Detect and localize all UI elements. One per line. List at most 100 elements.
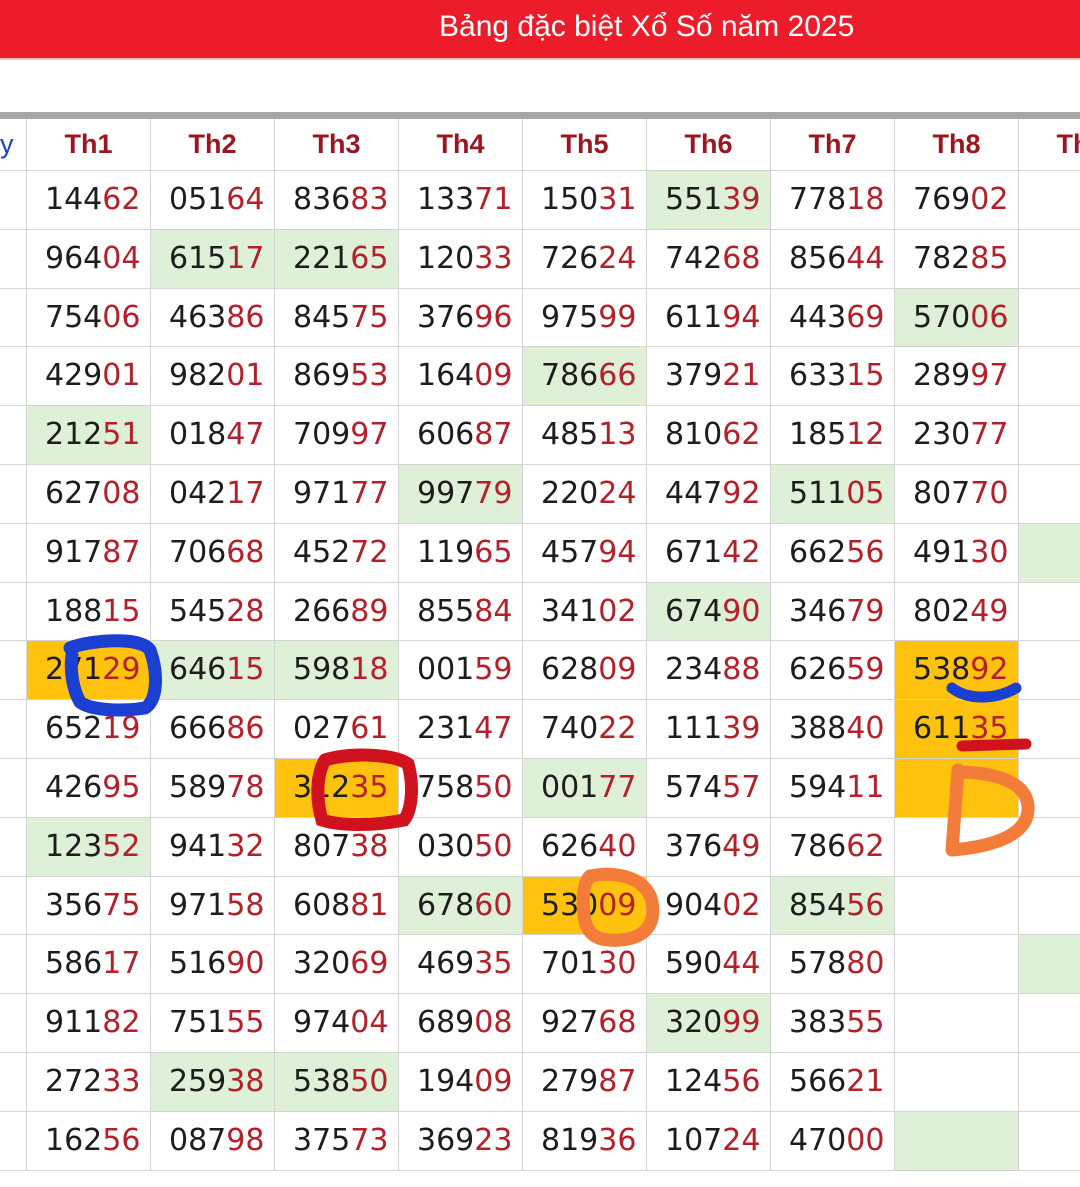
result-cell: 59818 [275, 641, 399, 701]
result-tail-digits: 29 [102, 652, 141, 688]
result-tail-digits: 15 [102, 593, 141, 629]
result-tail-digits: 09 [598, 887, 637, 923]
result-cell: 97404 [275, 994, 399, 1053]
result-cell: 27233 [27, 1053, 151, 1112]
result-tail-digits: 09 [474, 1064, 513, 1099]
result-head-digits: 194 [417, 1064, 475, 1099]
result-tail-digits: 56 [722, 1064, 761, 1099]
result-tail-digits: 18 [846, 182, 885, 217]
result-head-digits: 124 [665, 1064, 723, 1099]
result-head-digits: 220 [541, 476, 599, 511]
result-cell: 51105 [771, 465, 895, 524]
day-cell [0, 171, 27, 230]
result-tail-digits: 24 [598, 476, 637, 511]
result-cell [895, 1053, 1019, 1112]
result-head-digits: 869 [293, 358, 351, 394]
result-cell: 19409 [399, 1053, 523, 1112]
result-head-digits: 388 [789, 711, 847, 747]
result-head-digits: 845 [293, 299, 351, 335]
day-cell [0, 582, 27, 642]
month-header-th1: Th1 [27, 119, 151, 171]
result-head-digits: 598 [293, 652, 351, 688]
result-tail-digits: 75 [102, 887, 141, 923]
result-cell: 62659 [771, 641, 895, 701]
result-cell [1019, 759, 1080, 818]
result-cell: 45794 [523, 523, 647, 583]
result-cell [1019, 818, 1080, 877]
result-cell: 85644 [771, 229, 895, 289]
result-tail-digits: 39 [722, 711, 761, 747]
result-head-digits: 578 [789, 946, 847, 982]
result-tail-digits: 68 [226, 534, 265, 570]
result-tail-digits: 96 [474, 299, 513, 335]
result-tail-digits: 22 [598, 711, 637, 747]
result-cell: 81936 [523, 1111, 647, 1171]
result-cell: 18815 [27, 582, 151, 642]
result-head-digits: 706 [169, 534, 227, 570]
day-cell [0, 641, 27, 701]
result-head-digits: 185 [789, 417, 847, 453]
result-head-digits: 470 [789, 1122, 847, 1158]
result-tail-digits: 99 [598, 299, 637, 335]
result-cell: 37649 [647, 817, 771, 877]
result-head-digits: 904 [665, 887, 723, 923]
result-tail-digits: 56 [846, 534, 885, 570]
result-cell: 97177 [275, 465, 399, 524]
result-head-digits: 279 [541, 1064, 599, 1099]
result-head-digits: 150 [541, 182, 599, 217]
table-top-rule [0, 112, 1080, 119]
result-cell: 56621 [771, 1053, 895, 1112]
result-cell: 10724 [647, 1111, 771, 1171]
result-head-digits: 701 [541, 946, 599, 982]
result-cell: 85456 [771, 876, 895, 936]
result-cell: 51690 [151, 935, 275, 995]
result-cell [1019, 935, 1080, 995]
result-head-digits: 356 [45, 887, 103, 923]
result-cell: 11139 [647, 700, 771, 759]
result-tail-digits: 06 [102, 299, 141, 335]
result-head-digits: 051 [169, 182, 227, 217]
result-cell: 61517 [151, 229, 275, 289]
day-cell [0, 759, 27, 818]
result-tail-digits: 02 [970, 182, 1009, 217]
result-head-digits: 674 [665, 593, 723, 629]
result-tail-digits: 08 [474, 1005, 513, 1041]
result-cell: 53850 [275, 1053, 399, 1112]
result-cell: 36923 [399, 1111, 523, 1171]
result-tail-digits: 87 [598, 1064, 637, 1099]
month-header-th5: Th5 [523, 119, 647, 171]
result-head-digits: 628 [541, 652, 599, 688]
result-head-digits: 855 [417, 593, 475, 629]
result-cell: 91182 [27, 994, 151, 1053]
result-cell [1019, 641, 1080, 701]
result-tail-digits: 40 [846, 711, 885, 747]
result-head-digits: 231 [417, 711, 475, 747]
result-head-digits: 087 [169, 1122, 227, 1158]
result-cell: 85584 [399, 582, 523, 642]
result-cell: 11965 [399, 523, 523, 583]
result-cell: 70130 [523, 935, 647, 995]
result-cell: 91787 [27, 523, 151, 583]
result-tail-digits: 04 [350, 1005, 389, 1041]
result-cell: 48513 [523, 406, 647, 465]
result-cell: 59411 [771, 759, 895, 818]
result-tail-digits: 04 [102, 240, 141, 276]
result-head-digits: 272 [45, 1064, 103, 1099]
result-tail-digits: 11 [846, 770, 885, 805]
result-head-digits: 027 [293, 711, 351, 747]
result-head-digits: 162 [45, 1122, 103, 1158]
result-cell: 59044 [647, 935, 771, 995]
result-cell: 00159 [399, 641, 523, 701]
result-cell: 57006 [895, 288, 1019, 348]
result-cell: 44792 [647, 465, 771, 524]
result-cell: 66686 [151, 700, 275, 759]
result-cell: 94132 [151, 817, 275, 877]
result-tail-digits: 00 [846, 1122, 885, 1158]
result-tail-digits: 77 [970, 417, 1009, 453]
result-cell: 12352 [27, 817, 151, 877]
result-cell: 53009 [523, 876, 647, 936]
result-tail-digits: 75 [350, 299, 389, 335]
result-head-digits: 726 [541, 240, 599, 276]
result-head-digits: 447 [665, 476, 723, 511]
result-cell: 64615 [151, 641, 275, 701]
